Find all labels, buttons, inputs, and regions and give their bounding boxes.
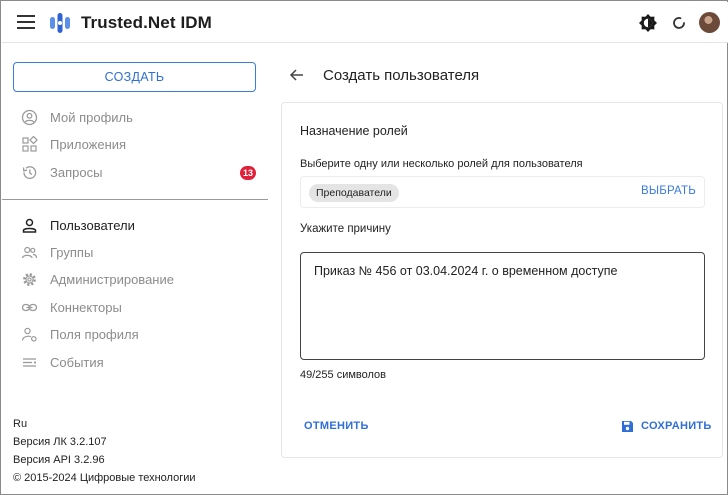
theme-toggle-icon[interactable] bbox=[638, 13, 658, 33]
link-icon bbox=[21, 303, 38, 312]
language-switch[interactable]: Ru bbox=[13, 418, 27, 430]
top-bar: Trusted.Net IDM bbox=[2, 2, 728, 43]
sidebar-item-events[interactable]: События bbox=[2, 350, 268, 376]
create-button[interactable]: СОЗДАТЬ bbox=[13, 62, 256, 92]
sidebar-item-label: Запросы bbox=[50, 165, 103, 180]
reason-textarea[interactable]: Приказ № 456 от 03.04.2024 г. о временно… bbox=[300, 252, 705, 360]
apps-icon bbox=[22, 136, 38, 152]
sidebar-item-users[interactable]: Пользователи bbox=[2, 213, 268, 239]
history-icon bbox=[22, 166, 37, 179]
sidebar-item-administration[interactable]: Администрирование bbox=[2, 267, 268, 293]
user-icon bbox=[22, 218, 37, 233]
app-logo bbox=[50, 13, 70, 33]
create-user-card: Назначение ролей Выберите одну или неско… bbox=[281, 102, 723, 458]
sidebar-item-profile-fields[interactable]: Поля профиля bbox=[2, 322, 268, 348]
sidebar: СОЗДАТЬ Мой профиль Приложения Запросы 1… bbox=[2, 43, 268, 495]
app-title: Trusted.Net IDM bbox=[81, 13, 212, 32]
roles-field[interactable]: Преподаватели ВЫБРАТЬ bbox=[300, 176, 705, 208]
copyright: © 2015-2024 Цифровые технологии bbox=[13, 472, 196, 484]
requests-count-badge: 13 bbox=[240, 166, 257, 180]
profile-fields-icon bbox=[21, 327, 37, 342]
sidebar-item-requests[interactable]: Запросы 13 bbox=[2, 160, 268, 186]
sidebar-item-label: Пользователи bbox=[50, 218, 135, 233]
lk-version: Версия ЛК 3.2.107 bbox=[13, 436, 107, 448]
user-circle-icon bbox=[21, 109, 38, 126]
page-title: Создать пользователя bbox=[323, 67, 480, 84]
avatar[interactable] bbox=[699, 12, 720, 33]
sidebar-item-connectors[interactable]: Коннекторы bbox=[2, 295, 268, 321]
cancel-button[interactable]: ОТМЕНИТЬ bbox=[304, 420, 369, 432]
group-icon bbox=[21, 246, 38, 259]
refresh-icon[interactable] bbox=[669, 13, 689, 33]
floppy-disk-icon bbox=[622, 421, 633, 432]
sidebar-item-label: Приложения bbox=[50, 137, 127, 152]
sidebar-item-label: Администрирование bbox=[50, 272, 174, 287]
reason-label: Укажите причину bbox=[300, 223, 391, 235]
api-version: Версия API 3.2.96 bbox=[13, 454, 105, 466]
back-arrow-icon[interactable] bbox=[288, 66, 306, 84]
role-chip[interactable]: Преподаватели bbox=[309, 184, 399, 202]
roles-hint: Выберите одну или несколько ролей для по… bbox=[300, 158, 583, 170]
sidebar-divider bbox=[2, 199, 268, 200]
save-button-label: СОХРАНИТЬ bbox=[641, 420, 712, 432]
app-window: Trusted.Net IDM СОЗДАТЬ Мой профиль Прил… bbox=[0, 0, 728, 495]
sidebar-item-my-profile[interactable]: Мой профиль bbox=[2, 105, 268, 131]
char-counter: 49/255 символов bbox=[300, 369, 387, 381]
menu-icon[interactable] bbox=[17, 15, 35, 29]
events-icon bbox=[23, 358, 37, 367]
select-roles-button[interactable]: ВЫБРАТЬ bbox=[641, 185, 696, 197]
sidebar-item-groups[interactable]: Группы bbox=[2, 240, 268, 266]
sidebar-item-apps[interactable]: Приложения bbox=[2, 132, 268, 158]
sidebar-item-label: Группы bbox=[50, 245, 94, 260]
sidebar-item-label: События bbox=[50, 355, 104, 370]
sidebar-item-label: Поля профиля bbox=[50, 327, 139, 342]
section-title: Назначение ролей bbox=[300, 124, 408, 138]
sidebar-item-label: Мой профиль bbox=[50, 110, 133, 125]
gear-icon bbox=[23, 273, 36, 286]
sidebar-item-label: Коннекторы bbox=[50, 300, 122, 315]
